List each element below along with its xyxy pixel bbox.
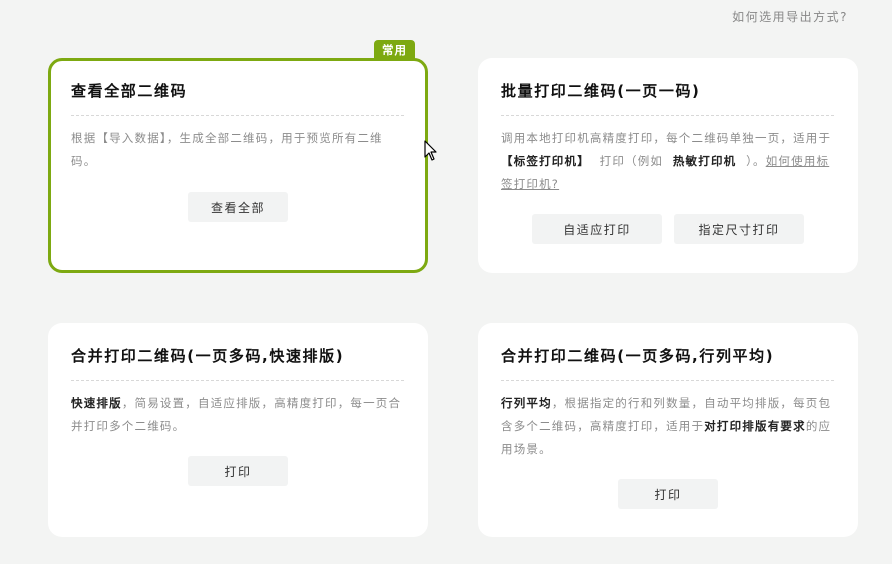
card-description: 根据【导入数据】，生成全部二维码，用于预览所有二维码。 xyxy=(71,131,383,168)
card-title: 合并打印二维码(一页多码,行列平均) xyxy=(501,345,834,381)
print-button[interactable]: 打印 xyxy=(618,479,718,509)
card-merge-print-grid: 合并打印二维码(一页多码,行列平均) 行列平均，根据指定的行和列数量，自动平均排… xyxy=(478,323,858,537)
view-all-button[interactable]: 查看全部 xyxy=(188,192,288,222)
card-description: 快速排版，简易设置，自适应排版，高精度打印，每一页合并打印多个二维码。 xyxy=(71,396,402,433)
adaptive-print-button[interactable]: 自适应打印 xyxy=(532,214,662,244)
card-title: 批量打印二维码(一页一码) xyxy=(501,80,834,116)
card-description: 行列平均，根据指定的行和列数量，自动平均排版，每页包含多个二维码，高精度打印，适… xyxy=(501,396,832,456)
card-merge-print-quick: 合并打印二维码(一页多码,快速排版) 快速排版，简易设置，自适应排版，高精度打印… xyxy=(48,323,428,537)
card-title: 查看全部二维码 xyxy=(71,80,404,116)
help-link[interactable]: 如何选用导出方式? xyxy=(732,8,848,25)
mouse-cursor-icon xyxy=(424,140,438,166)
card-batch-print: 批量打印二维码(一页一码) 调用本地打印机高精度打印，每个二维码单独一页，适用于… xyxy=(478,58,858,273)
common-badge: 常用 xyxy=(374,40,415,61)
print-button[interactable]: 打印 xyxy=(188,456,288,486)
card-title: 合并打印二维码(一页多码,快速排版) xyxy=(71,345,404,381)
card-description: 调用本地打印机高精度打印，每个二维码单独一页，适用于 【标签打印机】 打印（例如 … xyxy=(501,131,832,191)
card-view-all: 常用 查看全部二维码 根据【导入数据】，生成全部二维码，用于预览所有二维码。 查… xyxy=(48,40,428,273)
custom-size-print-button[interactable]: 指定尺寸打印 xyxy=(674,214,804,244)
